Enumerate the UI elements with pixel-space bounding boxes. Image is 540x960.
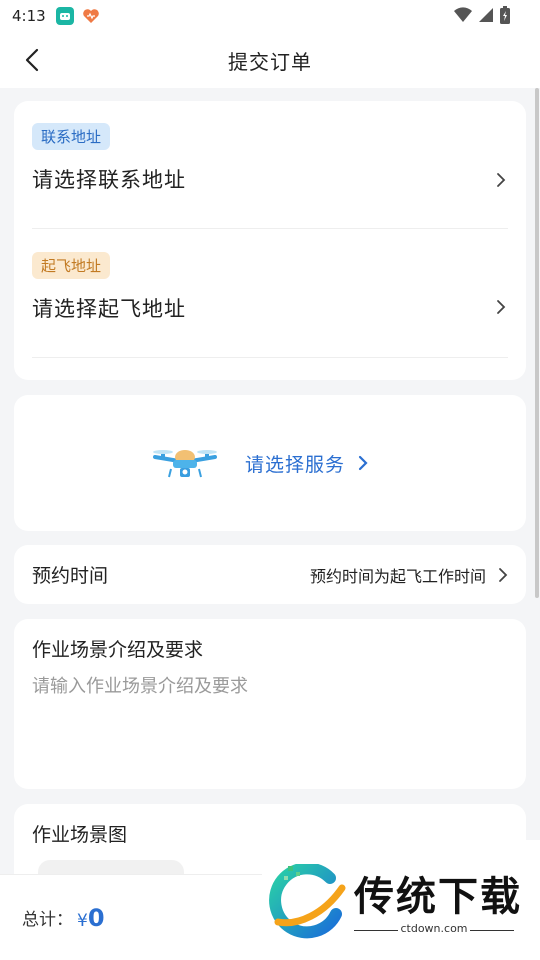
chevron-right-icon [497, 173, 506, 187]
contact-address-placeholder: 请选择联系地址 [32, 168, 186, 192]
watermark: 传统下载 ctdown.com [262, 840, 540, 960]
app-notification-icon [55, 7, 74, 25]
chevron-left-icon [25, 48, 39, 72]
wifi-icon [454, 7, 472, 23]
drone-icon [152, 450, 217, 478]
status-time: 4:13 [12, 7, 46, 25]
scene-description-card: 作业场景介绍及要求 [14, 619, 526, 789]
currency-symbol: ¥ [77, 910, 88, 931]
chevron-right-icon [499, 567, 508, 582]
total-label: 总计： [22, 910, 73, 930]
select-service-button[interactable]: 请选择服务 [14, 395, 526, 531]
contact-address-row[interactable]: 联系地址 请选择联系地址 [32, 123, 508, 223]
watermark-brand: 传统下载 [354, 874, 522, 920]
booking-time-row[interactable]: 预约时间 预约时间为起飞工作时间 [14, 545, 526, 604]
booking-time-value: 预约时间为起飞工作时间 [309, 566, 486, 586]
takeoff-address-placeholder: 请选择起飞地址 [32, 297, 186, 321]
booking-time-label: 预约时间 [32, 565, 109, 587]
scene-description-title: 作业场景介绍及要求 [32, 639, 204, 661]
heart-app-icon [82, 7, 100, 25]
scene-description-input[interactable] [32, 672, 508, 772]
total-amount: ¥0 [77, 904, 105, 932]
divider [32, 228, 508, 229]
battery-icon [500, 6, 510, 24]
takeoff-address-row[interactable]: 起飞地址 请选择起飞地址 [32, 252, 508, 352]
contact-address-tag: 联系地址 [32, 123, 111, 150]
page-title: 提交订单 [228, 49, 312, 74]
service-row: 请选择服务 [151, 445, 369, 481]
divider [32, 357, 508, 358]
scrollbar[interactable] [535, 88, 539, 598]
select-service-label: 请选择服务 [244, 453, 345, 476]
total-amount-value: 0 [87, 903, 105, 932]
address-card: 联系地址 请选择联系地址 起飞地址 请选择起飞地址 [14, 101, 526, 380]
signal-icon [479, 8, 493, 22]
takeoff-address-tag: 起飞地址 [32, 252, 111, 279]
status-bar: 4:13 [0, 0, 540, 32]
watermark-site: ctdown.com [400, 922, 468, 935]
chevron-right-icon [497, 300, 506, 314]
status-indicators [454, 6, 510, 24]
watermark-logo-icon [269, 864, 346, 939]
back-button[interactable] [14, 42, 50, 78]
divider [470, 930, 514, 931]
navigation-bar: 提交订单 [0, 32, 540, 88]
chevron-right-icon [358, 455, 368, 471]
